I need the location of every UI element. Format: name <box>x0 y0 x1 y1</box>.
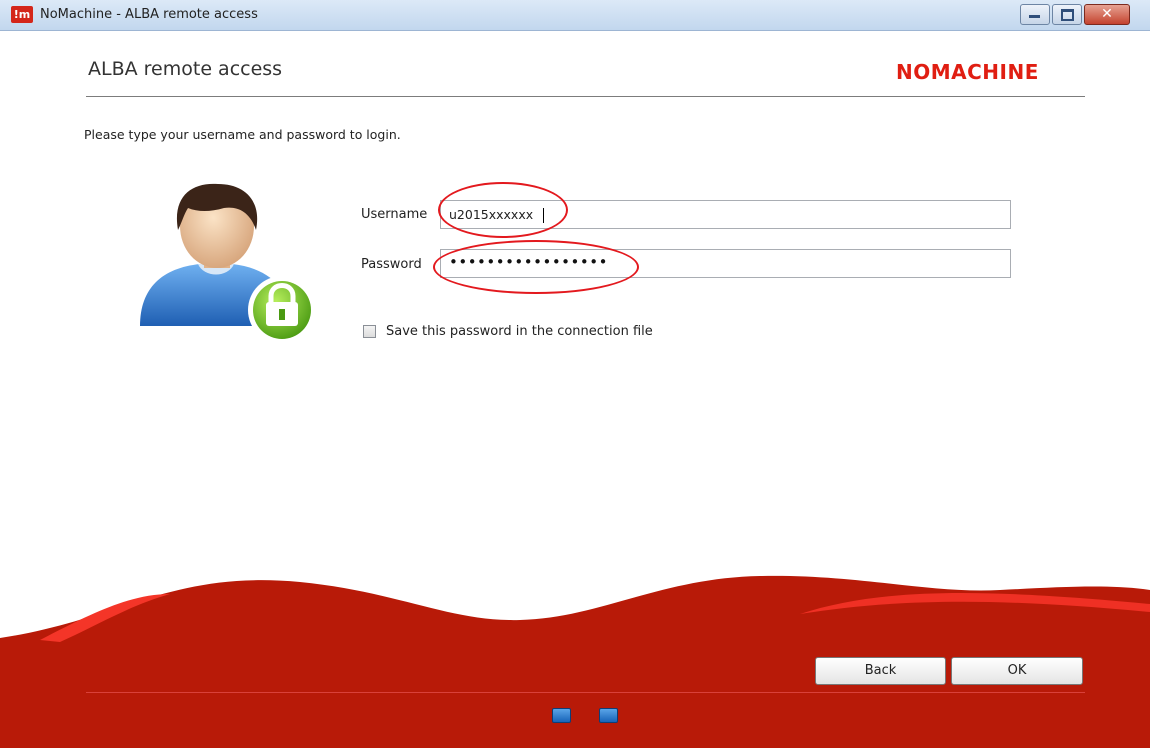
ok-button[interactable]: OK <box>951 657 1083 685</box>
password-value: ••••••••••••••••• <box>449 253 608 271</box>
header-divider <box>86 96 1085 97</box>
nomachine-logo: NOMACHINE <box>896 60 1039 84</box>
window-mode-icon[interactable] <box>599 708 618 723</box>
username-field[interactable]: u2015xxxxxx <box>440 200 1011 229</box>
window-titlebar[interactable]: !m NoMachine - ALBA remote access ✕ <box>0 0 1150 31</box>
password-label: Password <box>361 257 422 272</box>
password-field[interactable]: ••••••••••••••••• <box>440 249 1011 278</box>
back-button[interactable]: Back <box>815 657 946 685</box>
maximize-button[interactable] <box>1052 4 1082 25</box>
close-icon: ✕ <box>1101 6 1113 22</box>
text-caret <box>543 208 544 223</box>
footer-divider <box>86 692 1085 693</box>
username-value: u2015xxxxxx <box>449 207 534 222</box>
page-title: ALBA remote access <box>88 58 283 80</box>
minimize-icon <box>1029 15 1040 18</box>
nomachine-app-icon: !m <box>11 6 33 23</box>
username-label: Username <box>361 207 428 222</box>
close-button[interactable]: ✕ <box>1084 4 1130 25</box>
save-password-label[interactable]: Save this password in the connection fil… <box>386 324 653 339</box>
save-password-checkbox[interactable] <box>363 325 376 338</box>
user-lock-icon <box>140 183 316 344</box>
maximize-icon <box>1061 9 1074 21</box>
minimize-button[interactable] <box>1020 4 1050 25</box>
window-title: NoMachine - ALBA remote access <box>40 7 258 22</box>
fullscreen-icon[interactable] <box>552 708 571 723</box>
login-instructions: Please type your username and password t… <box>84 127 401 142</box>
red-wave-banner <box>0 575 1150 748</box>
